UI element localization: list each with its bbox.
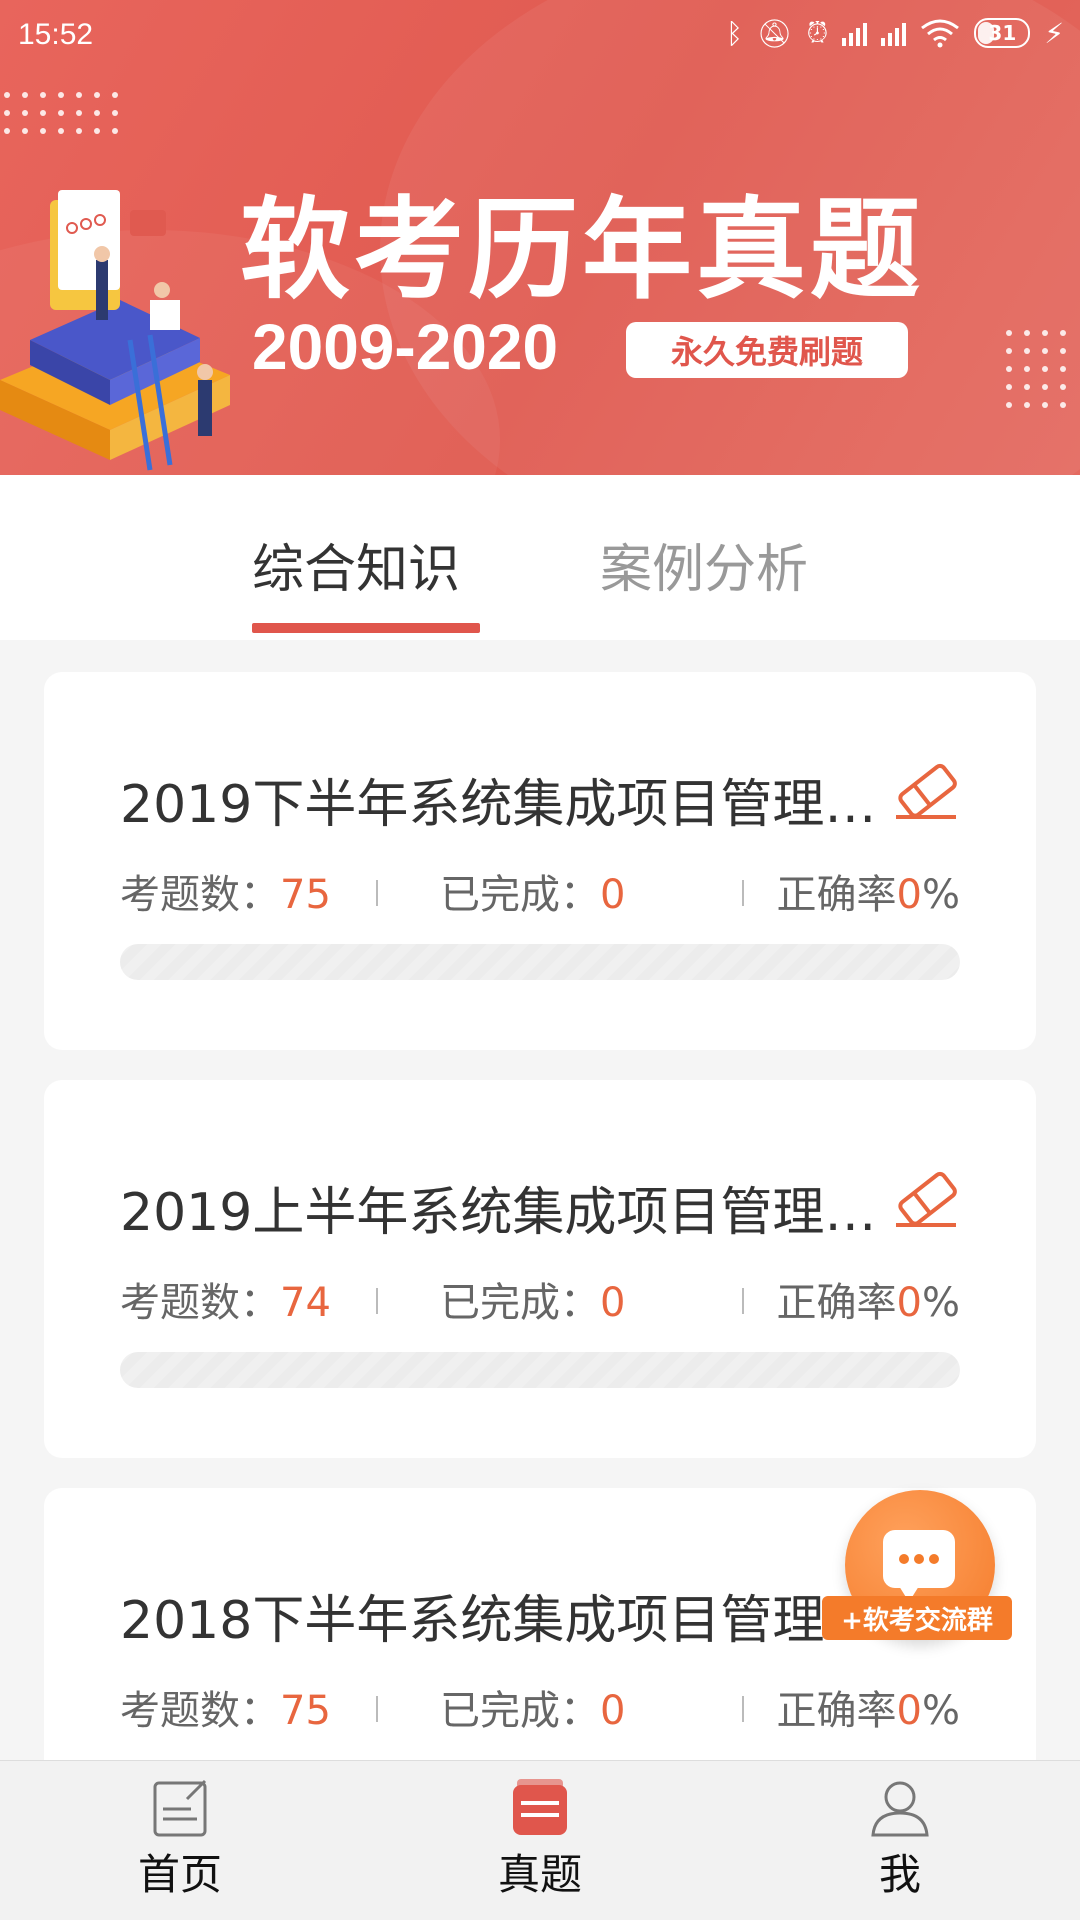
notebook-icon xyxy=(153,1779,207,1837)
exam-title: 2019上半年系统集成项目管理工程师 xyxy=(120,1183,880,1243)
chat-bubble-icon xyxy=(883,1530,955,1602)
divider xyxy=(376,1288,378,1314)
active-tab-indicator xyxy=(252,623,480,633)
nav-exams-label: 真题 xyxy=(497,1850,582,1899)
question-count: 考题数：75 xyxy=(120,1688,331,1734)
alarm-icon: ⏰︎ xyxy=(806,16,829,49)
progress-bar xyxy=(120,1352,960,1388)
nav-me-label: 我 xyxy=(878,1850,921,1899)
accuracy-rate: 正确率0% xyxy=(776,872,960,918)
accuracy-rate: 正确率0% xyxy=(776,1688,960,1734)
question-count: 考题数：74 xyxy=(120,1280,331,1326)
tab-bar: 综合知识 案例分析 xyxy=(0,475,1080,640)
charging-icon: ⚡︎ xyxy=(1044,16,1064,50)
divider xyxy=(742,1696,744,1722)
exam-title: 2019下半年系统集成项目管理工程师 xyxy=(120,775,880,835)
eraser-icon[interactable] xyxy=(894,1168,960,1228)
user-icon xyxy=(871,1781,929,1837)
mute-icon: 🔕︎ xyxy=(756,16,793,50)
chat-group-label[interactable]: +软考交流群 xyxy=(822,1596,1012,1640)
exam-stats: 考题数：75 已完成：0 正确率0% xyxy=(120,862,960,922)
completed-count: 已完成：0 xyxy=(440,1280,626,1326)
wifi-icon xyxy=(921,19,960,48)
eraser-icon[interactable] xyxy=(894,760,960,820)
nav-me[interactable]: 我 xyxy=(810,1777,990,1917)
divider xyxy=(376,880,378,906)
status-time: 15:52 xyxy=(18,18,94,51)
completed-count: 已完成：0 xyxy=(440,1688,626,1734)
exam-stats: 考题数：74 已完成：0 正确率0% xyxy=(120,1270,960,1330)
banner-title: 软考历年真题 xyxy=(240,186,924,314)
list-icon xyxy=(513,1779,567,1835)
exam-stats: 考题数：75 已完成：0 正确率0% xyxy=(120,1678,960,1738)
divider xyxy=(742,1288,744,1314)
accuracy-rate: 正确率0% xyxy=(776,1280,960,1326)
completed-count: 已完成：0 xyxy=(440,872,626,918)
divider xyxy=(742,880,744,906)
tab-general-knowledge[interactable]: 综合知识 xyxy=(252,527,460,602)
nav-home[interactable]: 首页 xyxy=(90,1777,270,1917)
status-bar: 15:52 ᛒ 🔕︎ ⏰︎ 31 ⚡︎ xyxy=(0,0,1080,72)
tab-case-analysis[interactable]: 案例分析 xyxy=(600,527,808,602)
battery-icon: 31 xyxy=(974,18,1031,48)
nav-exams[interactable]: 真题 xyxy=(450,1777,630,1917)
exam-title: 2018下半年系统集成项目管理工程师 xyxy=(120,1591,880,1651)
bluetooth-icon: ᛒ xyxy=(726,16,743,50)
dots-decoration xyxy=(4,92,118,134)
exam-card[interactable]: 2019上半年系统集成项目管理工程师 考题数：74 已完成：0 正确率0% xyxy=(44,1080,1036,1458)
question-count: 考题数：75 xyxy=(120,872,331,918)
dots-decoration xyxy=(1006,330,1066,408)
banner[interactable]: 软考历年真题 2009-2020 永久免费刷题 15:52 ᛒ 🔕︎ ⏰︎ 31… xyxy=(0,0,1080,475)
banner-years: 2009-2020 xyxy=(252,311,559,383)
battery-level: 31 xyxy=(988,21,1017,45)
progress-bar xyxy=(120,944,960,980)
divider xyxy=(376,1696,378,1722)
signal-icon xyxy=(842,20,868,46)
signal-icon xyxy=(881,20,907,46)
nav-home-label: 首页 xyxy=(137,1850,222,1899)
status-icons: ᛒ 🔕︎ ⏰︎ 31 ⚡︎ xyxy=(726,16,1064,50)
exam-illustration xyxy=(0,190,230,471)
free-practice-badge: 永久免费刷题 xyxy=(626,322,908,378)
exam-card[interactable]: 2019下半年系统集成项目管理工程师 考题数：75 已完成：0 正确率0% xyxy=(44,672,1036,1050)
bottom-nav: 首页 真题 我 xyxy=(0,1760,1080,1920)
